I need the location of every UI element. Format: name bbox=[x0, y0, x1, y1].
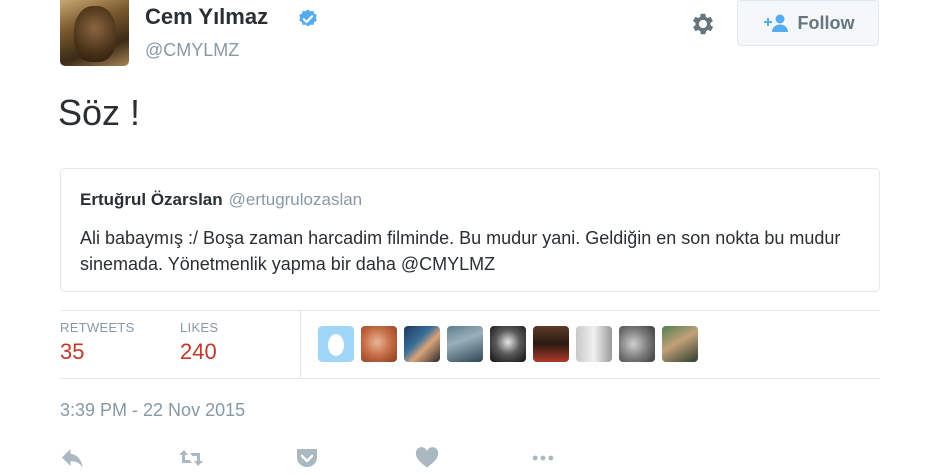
retweet-icon[interactable] bbox=[178, 446, 204, 470]
pocket-icon[interactable] bbox=[294, 446, 320, 470]
tweet-text: Söz ! bbox=[58, 92, 141, 133]
like-icon[interactable] bbox=[414, 446, 440, 470]
default-egg-avatar[interactable] bbox=[318, 326, 354, 362]
divider bbox=[60, 378, 880, 379]
author-avatar[interactable] bbox=[60, 0, 129, 66]
reply-icon[interactable] bbox=[60, 446, 86, 470]
avatar[interactable] bbox=[361, 326, 397, 362]
avatar[interactable] bbox=[447, 326, 483, 362]
follow-label: Follow bbox=[797, 12, 855, 33]
avatar[interactable] bbox=[619, 326, 655, 362]
retweets-count: 35 bbox=[60, 339, 85, 364]
likes-count: 240 bbox=[180, 339, 217, 364]
follow-button[interactable]: Follow bbox=[737, 0, 879, 46]
gear-icon[interactable] bbox=[689, 10, 717, 38]
avatar[interactable] bbox=[490, 326, 526, 362]
likes-stat[interactable]: LIKES 240 bbox=[180, 320, 218, 365]
add-user-icon bbox=[763, 14, 788, 32]
likers-list bbox=[318, 326, 698, 362]
tweet-timestamp[interactable]: 3:39 PM - 22 Nov 2015 bbox=[60, 400, 245, 421]
retweets-stat[interactable]: RETWEETS 35 bbox=[60, 320, 135, 365]
likes-label: LIKES bbox=[180, 320, 219, 335]
avatar[interactable] bbox=[404, 326, 440, 362]
quoted-author: Ertuğrul Özarslan @ertugrulozaslan bbox=[80, 190, 362, 210]
avatar[interactable] bbox=[662, 326, 698, 362]
divider bbox=[60, 310, 880, 311]
more-icon[interactable] bbox=[530, 446, 556, 470]
quoted-author-name: Ertuğrul Özarslan bbox=[80, 190, 223, 209]
author-handle[interactable]: @CMYLMZ bbox=[145, 40, 239, 61]
avatar[interactable] bbox=[533, 326, 569, 362]
author-name[interactable]: Cem Yılmaz bbox=[145, 4, 268, 30]
verified-badge-icon bbox=[299, 9, 317, 27]
quoted-tweet[interactable]: Ertuğrul Özarslan @ertugrulozaslan Ali ba… bbox=[60, 168, 880, 292]
quoted-text: Ali babaymış :/ Boşa zaman harcadim film… bbox=[80, 228, 841, 274]
avatar[interactable] bbox=[576, 326, 612, 362]
divider bbox=[300, 310, 301, 378]
retweets-label: RETWEETS bbox=[60, 320, 135, 335]
quoted-author-handle: @ertugrulozaslan bbox=[228, 190, 363, 209]
